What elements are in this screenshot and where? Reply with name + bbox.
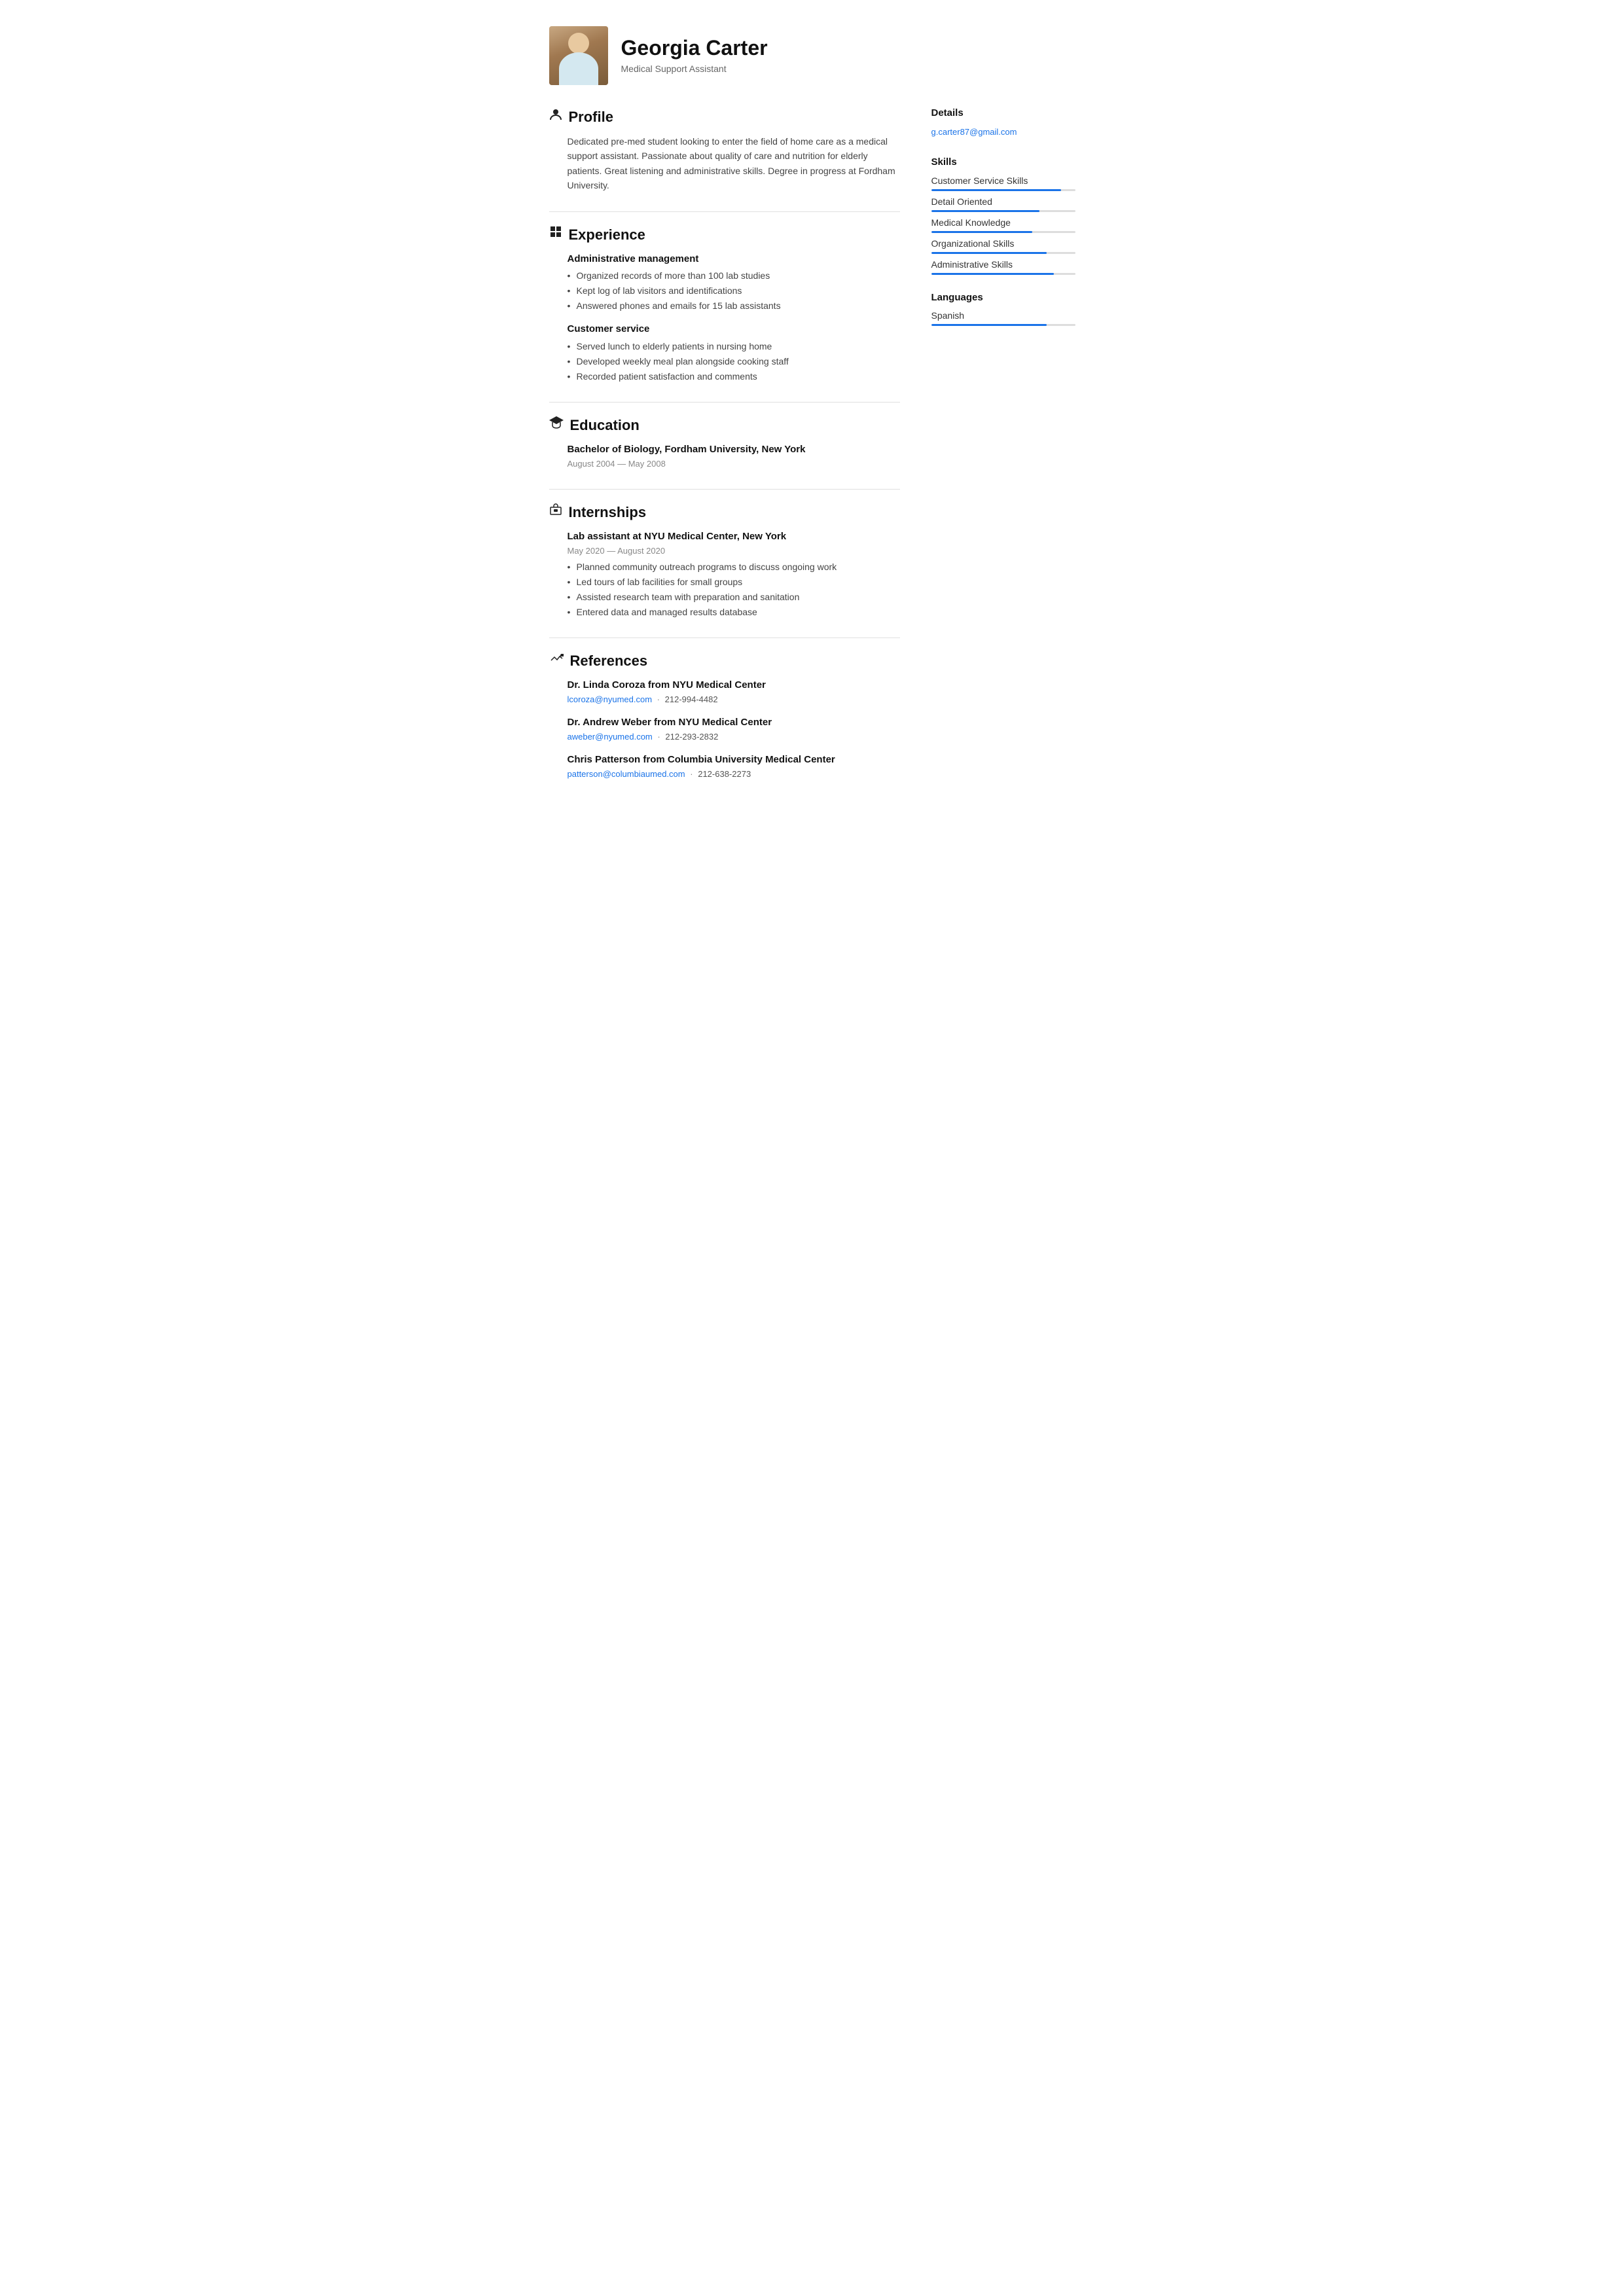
ref-name-3: Chris Patterson from Columbia University… xyxy=(568,753,900,768)
ref-contact-1: lcoroza@nyumed.com · 212-994-4482 xyxy=(568,693,900,706)
bullet-item: Assisted research team with preparation … xyxy=(577,590,900,604)
skill-bar-bg-3 xyxy=(931,231,1075,233)
skill-bar-bg-2 xyxy=(931,210,1075,212)
job-bullets-1: Organized records of more than 100 lab s… xyxy=(549,269,900,313)
ref-email-1[interactable]: lcoroza@nyumed.com xyxy=(568,694,653,704)
candidate-title: Medical Support Assistant xyxy=(621,62,768,76)
lang-bar-fill-1 xyxy=(931,324,1047,326)
profile-title: Profile xyxy=(569,106,613,128)
skill-medical-knowledge: Medical Knowledge xyxy=(931,216,1075,233)
lang-bar-bg-1 xyxy=(931,324,1075,326)
ref-name-2: Dr. Andrew Weber from NYU Medical Center xyxy=(568,715,900,730)
skill-administrative: Administrative Skills xyxy=(931,258,1075,275)
skill-label-5: Administrative Skills xyxy=(931,258,1075,272)
skill-label-4: Organizational Skills xyxy=(931,237,1075,251)
candidate-name: Georgia Carter xyxy=(621,35,768,60)
references-title: References xyxy=(570,650,648,672)
resume-header: Georgia Carter Medical Support Assistant xyxy=(549,26,1075,85)
internships-header: Internships xyxy=(549,501,900,523)
reference-1: Dr. Linda Coroza from NYU Medical Center… xyxy=(549,678,900,706)
profile-header: Profile xyxy=(549,106,900,128)
bullet-item: Answered phones and emails for 15 lab as… xyxy=(577,299,900,313)
ref-contact-2: aweber@nyumed.com · 212-293-2832 xyxy=(568,730,900,744)
profile-icon xyxy=(549,108,562,126)
languages-section: Languages Spanish xyxy=(931,291,1075,327)
intern-position: Lab assistant at NYU Medical Center, New… xyxy=(549,529,900,545)
skill-bar-fill-2 xyxy=(931,210,1039,212)
references-header: References xyxy=(549,650,900,672)
references-section: References Dr. Linda Coroza from NYU Med… xyxy=(549,650,900,781)
education-icon xyxy=(549,416,564,434)
skills-section: Skills Customer Service Skills Detail Or… xyxy=(931,155,1075,275)
internships-title: Internships xyxy=(569,501,647,523)
ref-email-3[interactable]: patterson@columbiaumed.com xyxy=(568,769,685,779)
skill-label-2: Detail Oriented xyxy=(931,195,1075,209)
experience-icon xyxy=(549,225,562,243)
internships-section: Internships Lab assistant at NYU Medical… xyxy=(549,501,900,619)
reference-2: Dr. Andrew Weber from NYU Medical Center… xyxy=(549,715,900,744)
bullet-item: Developed weekly meal plan alongside coo… xyxy=(577,355,900,368)
details-heading: Details xyxy=(931,106,1075,121)
bullet-item: Kept log of lab visitors and identificat… xyxy=(577,284,900,298)
job-title-2: Customer service xyxy=(549,322,900,337)
skill-bar-bg-4 xyxy=(931,252,1075,254)
languages-heading: Languages xyxy=(931,291,1075,306)
bullet-item: Planned community outreach programs to d… xyxy=(577,560,900,574)
ref-phone-2: 212-293-2832 xyxy=(665,732,718,742)
ref-contact-3: patterson@columbiaumed.com · 212-638-227… xyxy=(568,768,900,781)
bullet-item: Entered data and managed results databas… xyxy=(577,605,900,619)
education-title: Education xyxy=(570,414,640,436)
ref-phone-1: 212-994-4482 xyxy=(665,694,718,704)
main-layout: Profile Dedicated pre-med student lookin… xyxy=(549,106,1075,799)
experience-section: Experience Administrative management Org… xyxy=(549,224,900,384)
header-text: Georgia Carter Medical Support Assistant xyxy=(621,35,768,75)
reference-3: Chris Patterson from Columbia University… xyxy=(549,753,900,781)
edu-degree: Bachelor of Biology, Fordham University,… xyxy=(549,442,900,457)
right-column: Details g.carter87@gmail.com Skills Cust… xyxy=(931,106,1075,799)
skills-heading: Skills xyxy=(931,155,1075,170)
language-spanish: Spanish xyxy=(931,309,1075,326)
bullet-item: Led tours of lab facilities for small gr… xyxy=(577,575,900,589)
lang-label-1: Spanish xyxy=(931,309,1075,323)
skill-bar-fill-4 xyxy=(931,252,1047,254)
references-icon xyxy=(549,651,564,670)
skill-detail-oriented: Detail Oriented xyxy=(931,195,1075,212)
bullet-item: Organized records of more than 100 lab s… xyxy=(577,269,900,283)
skill-organizational: Organizational Skills xyxy=(931,237,1075,254)
ref-phone-3: 212-638-2273 xyxy=(698,769,751,779)
intern-date: May 2020 — August 2020 xyxy=(549,545,900,558)
left-column: Profile Dedicated pre-med student lookin… xyxy=(549,106,900,799)
ref-name-1: Dr. Linda Coroza from NYU Medical Center xyxy=(568,678,900,693)
education-section: Education Bachelor of Biology, Fordham U… xyxy=(549,414,900,471)
job-bullets-2: Served lunch to elderly patients in nurs… xyxy=(549,340,900,384)
avatar xyxy=(549,26,608,85)
bullet-item: Served lunch to elderly patients in nurs… xyxy=(577,340,900,353)
skill-customer-service: Customer Service Skills xyxy=(931,174,1075,191)
ref-dot-1: · xyxy=(657,694,660,704)
job-title-1: Administrative management xyxy=(549,252,900,267)
internships-icon xyxy=(549,503,562,521)
skill-bar-fill-3 xyxy=(931,231,1032,233)
profile-section: Profile Dedicated pre-med student lookin… xyxy=(549,106,900,193)
ref-dot-2: · xyxy=(657,732,660,742)
skill-bar-fill-1 xyxy=(931,189,1061,191)
experience-header: Experience xyxy=(549,224,900,245)
experience-title: Experience xyxy=(569,224,645,245)
ref-dot-3: · xyxy=(690,769,693,779)
skill-bar-bg-5 xyxy=(931,273,1075,275)
bullet-item: Recorded patient satisfaction and commen… xyxy=(577,370,900,384)
skill-label-1: Customer Service Skills xyxy=(931,174,1075,188)
skill-bar-bg-1 xyxy=(931,189,1075,191)
ref-email-2[interactable]: aweber@nyumed.com xyxy=(568,732,653,742)
intern-bullets: Planned community outreach programs to d… xyxy=(549,560,900,619)
skill-label-3: Medical Knowledge xyxy=(931,216,1075,230)
detail-email[interactable]: g.carter87@gmail.com xyxy=(931,127,1017,137)
profile-text: Dedicated pre-med student looking to ent… xyxy=(549,134,900,193)
edu-date: August 2004 — May 2008 xyxy=(549,457,900,471)
education-header: Education xyxy=(549,414,900,436)
skill-bar-fill-5 xyxy=(931,273,1054,275)
details-section: Details g.carter87@gmail.com xyxy=(931,106,1075,139)
